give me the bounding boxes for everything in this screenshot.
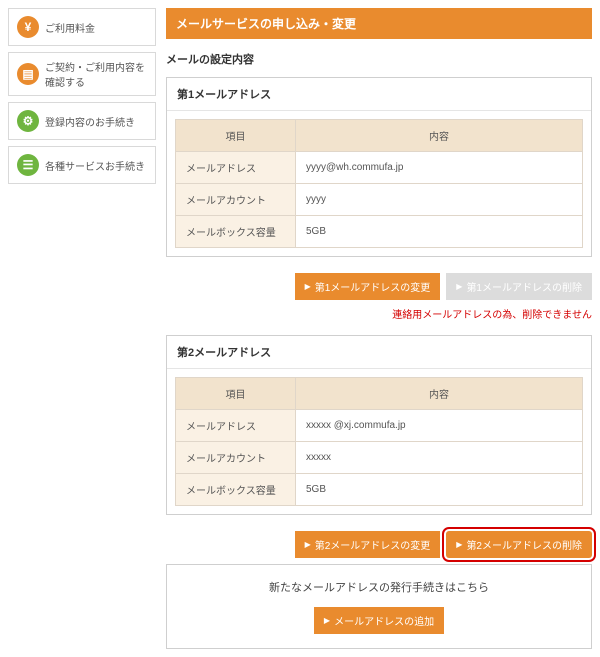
- sidebar-item-label: ご契約・ご利用内容を確認する: [45, 59, 147, 89]
- table-row: メールアカウント yyyy: [176, 184, 583, 216]
- table-header-item: 項目: [176, 120, 296, 152]
- table-row: メールアドレス xxxxx @xj.commufa.jp: [176, 410, 583, 442]
- mail2-card: 第2メールアドレス 項目 内容 メールアドレス xxxxx @xj.commuf…: [166, 335, 592, 515]
- table-header-content: 内容: [296, 378, 583, 410]
- yen-icon: ¥: [17, 16, 39, 38]
- gear-icon: ⚙: [17, 110, 39, 132]
- mail2-change-button[interactable]: 第2メールアドレスの変更: [295, 531, 441, 558]
- section-title: メールの設定内容: [166, 51, 592, 67]
- mail2-heading: 第2メールアドレス: [167, 336, 591, 369]
- row-label-account: メールアカウント: [176, 184, 296, 216]
- mail2-table: 項目 内容 メールアドレス xxxxx @xj.commufa.jp メールアカ…: [175, 377, 583, 506]
- new-mail-box: 新たなメールアドレスの発行手続きはこちら メールアドレスの追加: [166, 564, 592, 649]
- add-mail-button[interactable]: メールアドレスの追加: [314, 607, 444, 634]
- sidebar-item-service-procedure[interactable]: ☰ 各種サービスお手続き: [8, 146, 156, 184]
- sidebar: ¥ ご利用料金 ▤ ご契約・ご利用内容を確認する ⚙ 登録内容のお手続き ☰ 各…: [8, 8, 156, 649]
- mail2-account: xxxxx: [296, 442, 583, 474]
- row-label-address: メールアドレス: [176, 410, 296, 442]
- row-label-capacity: メールボックス容量: [176, 474, 296, 506]
- table-header-item: 項目: [176, 378, 296, 410]
- mail1-address: yyyy@wh.commufa.jp: [296, 152, 583, 184]
- main-content: メールサービスの申し込み・変更 メールの設定内容 第1メールアドレス 項目 内容…: [166, 8, 592, 649]
- new-mail-lead: 新たなメールアドレスの発行手続きはこちら: [177, 579, 581, 595]
- page-title: メールサービスの申し込み・変更: [166, 8, 592, 39]
- mail1-card: 第1メールアドレス 項目 内容 メールアドレス yyyy@wh.commufa.…: [166, 77, 592, 257]
- table-row: メールアドレス yyyy@wh.commufa.jp: [176, 152, 583, 184]
- row-label-capacity: メールボックス容量: [176, 216, 296, 248]
- sidebar-item-label: 登録内容のお手続き: [45, 114, 135, 129]
- sidebar-item-label: 各種サービスお手続き: [45, 158, 145, 173]
- mail1-button-row: 第1メールアドレスの変更 第1メールアドレスの削除: [166, 273, 592, 300]
- mail1-change-button[interactable]: 第1メールアドレスの変更: [295, 273, 441, 300]
- mail1-capacity: 5GB: [296, 216, 583, 248]
- book-icon: ▤: [17, 63, 39, 85]
- sidebar-item-registration-procedure[interactable]: ⚙ 登録内容のお手続き: [8, 102, 156, 140]
- mail1-account: yyyy: [296, 184, 583, 216]
- list-icon: ☰: [17, 154, 39, 176]
- row-label-address: メールアドレス: [176, 152, 296, 184]
- sidebar-item-label: ご利用料金: [45, 20, 95, 35]
- mail1-delete-button: 第1メールアドレスの削除: [446, 273, 592, 300]
- mail2-capacity: 5GB: [296, 474, 583, 506]
- table-row: メールアカウント xxxxx: [176, 442, 583, 474]
- mail2-address: xxxxx @xj.commufa.jp: [296, 410, 583, 442]
- mail1-table: 項目 内容 メールアドレス yyyy@wh.commufa.jp メールアカウン…: [175, 119, 583, 248]
- table-row: メールボックス容量 5GB: [176, 216, 583, 248]
- mail1-heading: 第1メールアドレス: [167, 78, 591, 111]
- mail1-delete-note: 連絡用メールアドレスの為、削除できません: [166, 306, 592, 321]
- table-row: メールボックス容量 5GB: [176, 474, 583, 506]
- mail2-delete-button[interactable]: 第2メールアドレスの削除: [446, 531, 592, 558]
- sidebar-item-usage-fee[interactable]: ¥ ご利用料金: [8, 8, 156, 46]
- mail2-button-row: 第2メールアドレスの変更 第2メールアドレスの削除: [166, 531, 592, 558]
- row-label-account: メールアカウント: [176, 442, 296, 474]
- table-header-content: 内容: [296, 120, 583, 152]
- sidebar-item-contract-confirm[interactable]: ▤ ご契約・ご利用内容を確認する: [8, 52, 156, 96]
